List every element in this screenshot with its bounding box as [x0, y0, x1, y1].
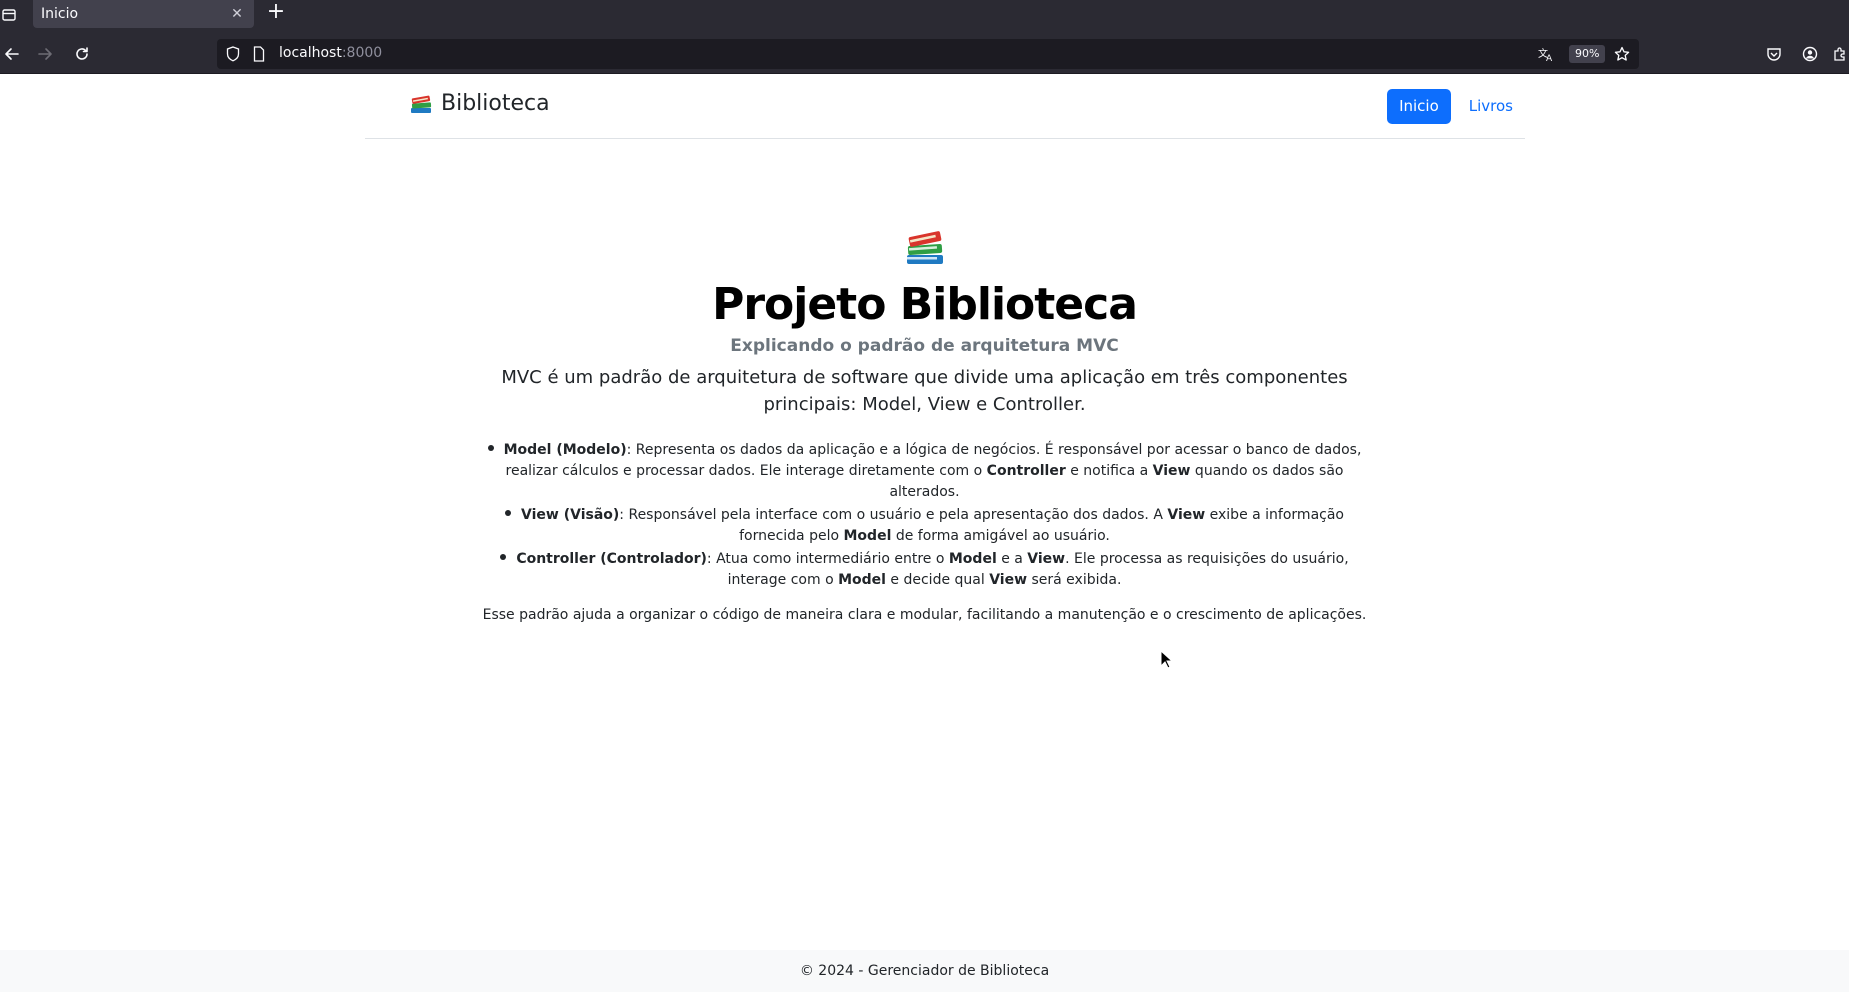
- bullet: [487, 445, 494, 451]
- browser-toolbar: localhost:8000 文A 90%: [0, 34, 1849, 74]
- url-text: localhost:8000: [279, 45, 382, 61]
- tab-title: Inicio: [41, 6, 79, 22]
- view-description: : Responsável pela interface com o usuár…: [619, 507, 1168, 523]
- nav-item-inicio[interactable]: Inicio: [1387, 89, 1451, 124]
- pocket-icon[interactable]: [1762, 42, 1786, 66]
- ref-view: View: [1027, 551, 1066, 567]
- shield-icon[interactable]: [225, 46, 241, 62]
- closing-paragraph: Esse padrão ajuda a organizar o código d…: [482, 607, 1367, 623]
- site-header: Biblioteca Inicio Livros: [365, 75, 1525, 139]
- site-footer: © 2024 - Gerenciador de Biblioteca: [0, 950, 1849, 992]
- bookmark-star-icon[interactable]: [1614, 46, 1630, 62]
- ref-model: Model: [948, 551, 997, 567]
- page-icon: [251, 46, 267, 62]
- ref-model: Model: [838, 572, 886, 588]
- controller-description-5: será exibida.: [1027, 572, 1122, 588]
- term-view: View (Visão): [521, 507, 620, 523]
- zoom-level-badge[interactable]: 90%: [1569, 45, 1606, 63]
- books-icon: [906, 231, 943, 264]
- mvc-components-list: Model (Modelo): Representa os dados da a…: [465, 440, 1385, 591]
- hero-section: Projeto Biblioteca Explicando o padrão d…: [0, 225, 1849, 626]
- browser-tab-strip: Inicio ✕ +: [0, 0, 1849, 34]
- intro-paragraph: MVC é um padrão de arquitetura de softwa…: [501, 367, 1348, 415]
- ref-view: View: [989, 572, 1028, 588]
- url-host: localhost: [279, 45, 342, 61]
- account-icon[interactable]: [1798, 42, 1822, 66]
- url-port: :8000: [341, 45, 383, 61]
- list-item-view: View (Visão): Responsável pela interface…: [465, 505, 1385, 547]
- books-icon: [411, 95, 432, 113]
- term-model: Model (Modelo): [503, 442, 627, 458]
- page-viewport: Biblioteca Inicio Livros Projeto Bibliot…: [0, 75, 1849, 992]
- translate-icon[interactable]: 文A: [1538, 46, 1554, 62]
- browser-tab-active[interactable]: Inicio ✕: [33, 0, 254, 28]
- page-title: Projeto Biblioteca: [712, 279, 1138, 330]
- ref-controller: Controller: [986, 463, 1066, 479]
- back-arrow-icon[interactable]: [0, 42, 24, 66]
- main-nav: Inicio Livros: [1387, 89, 1525, 124]
- brand-link[interactable]: Biblioteca: [409, 91, 550, 116]
- list-item-model: Model (Modelo): Representa os dados da a…: [465, 440, 1385, 503]
- svg-text:A: A: [1546, 54, 1553, 62]
- bullet: [505, 510, 512, 516]
- model-description-2: e notifica a: [1065, 463, 1153, 479]
- nav-item-livros[interactable]: Livros: [1457, 89, 1525, 124]
- brand-title: Biblioteca: [441, 91, 550, 116]
- view-description-3: de forma amigável ao usuário.: [891, 528, 1110, 544]
- ref-model: Model: [843, 528, 892, 544]
- bullet: [500, 554, 507, 560]
- close-tab-icon[interactable]: ✕: [228, 6, 246, 22]
- controller-description: : Atua como intermediário entre o: [706, 551, 949, 567]
- address-bar[interactable]: localhost:8000 文A 90%: [217, 39, 1639, 69]
- controller-description-2: e a: [996, 551, 1028, 567]
- mouse-cursor-icon: [1160, 650, 1174, 669]
- new-tab-button[interactable]: +: [265, 1, 287, 25]
- tab-list-icon[interactable]: [0, 4, 18, 26]
- extensions-icon[interactable]: [1830, 42, 1849, 66]
- term-controller: Controller (Controlador): [516, 551, 707, 567]
- reload-icon[interactable]: [70, 42, 94, 66]
- controller-description-4: e decide qual: [885, 572, 990, 588]
- forward-arrow-icon[interactable]: [33, 42, 57, 66]
- ref-view: View: [1167, 507, 1206, 523]
- list-item-controller: Controller (Controlador): Atua como inte…: [465, 549, 1385, 591]
- page-subtitle: Explicando o padrão de arquitetura MVC: [730, 336, 1119, 356]
- ref-view: View: [1152, 463, 1191, 479]
- footer-copyright: © 2024 - Gerenciador de Biblioteca: [799, 963, 1050, 979]
